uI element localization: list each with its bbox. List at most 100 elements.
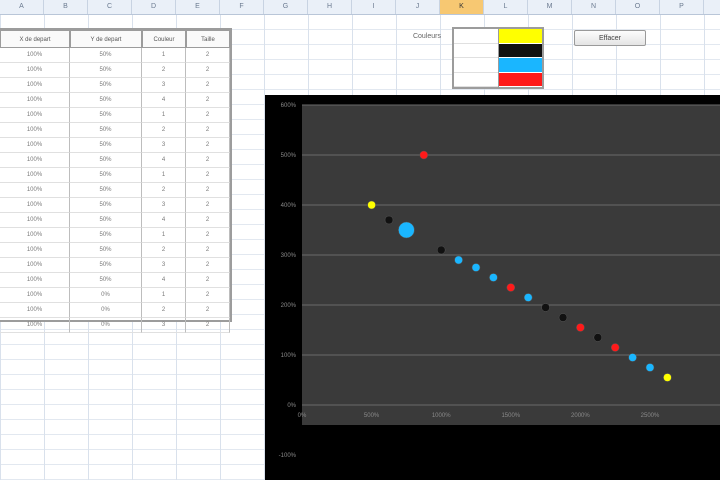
table-cell[interactable]: 3 — [142, 258, 186, 273]
data-point[interactable] — [384, 215, 394, 225]
table-cell[interactable]: 100% — [0, 123, 70, 138]
column-letter-l[interactable]: L — [484, 0, 528, 14]
legend-swatch[interactable] — [499, 43, 542, 58]
table-cell[interactable]: 2 — [186, 183, 230, 198]
data-point[interactable] — [523, 293, 533, 302]
column-letter-c[interactable]: C — [88, 0, 132, 14]
clear-button[interactable]: Effacer — [574, 30, 646, 46]
table-cell[interactable]: 100% — [0, 213, 70, 228]
table-cell[interactable]: 3 — [142, 78, 186, 93]
table-cell[interactable]: 100% — [0, 168, 70, 183]
legend-index-cell[interactable] — [454, 44, 498, 58]
table-cell[interactable]: 50% — [70, 63, 142, 78]
table-cell[interactable]: 100% — [0, 288, 70, 303]
table-cell[interactable]: 50% — [70, 168, 142, 183]
table-cell[interactable]: 2 — [186, 258, 230, 273]
table-cell[interactable]: 0% — [70, 288, 142, 303]
column-letter-j[interactable]: J — [396, 0, 440, 14]
table-cell[interactable]: 100% — [0, 318, 70, 333]
column-letter-p[interactable]: P — [660, 0, 704, 14]
data-point[interactable] — [506, 283, 516, 292]
table-cell[interactable]: 2 — [142, 303, 186, 318]
data-point[interactable] — [610, 343, 620, 352]
table-cell[interactable]: 100% — [0, 258, 70, 273]
table-cell[interactable]: 100% — [0, 108, 70, 123]
table-cell[interactable]: 2 — [186, 228, 230, 243]
data-point[interactable] — [436, 245, 446, 255]
table-cell[interactable]: 100% — [0, 273, 70, 288]
column-letter-m[interactable]: M — [528, 0, 572, 14]
data-point[interactable] — [576, 323, 585, 332]
table-cell[interactable]: 1 — [142, 228, 186, 243]
column-letter-h[interactable]: H — [308, 0, 352, 14]
table-cell[interactable]: 4 — [142, 213, 186, 228]
table-cell[interactable]: 100% — [0, 78, 70, 93]
data-point[interactable] — [541, 303, 550, 312]
header-y-start[interactable]: Y de depart — [70, 30, 142, 48]
table-cell[interactable]: 50% — [70, 243, 142, 258]
table-cell[interactable]: 2 — [186, 168, 230, 183]
table-cell[interactable]: 2 — [186, 198, 230, 213]
table-cell[interactable]: 50% — [70, 138, 142, 153]
column-letter-d[interactable]: D — [132, 0, 176, 14]
table-cell[interactable]: 0% — [70, 303, 142, 318]
data-point[interactable] — [489, 273, 498, 282]
data-point[interactable] — [367, 200, 376, 210]
column-letter-k[interactable]: K — [440, 0, 484, 14]
data-point[interactable] — [645, 363, 655, 372]
table-cell[interactable]: 100% — [0, 303, 70, 318]
table-cell[interactable]: 4 — [142, 153, 186, 168]
table-cell[interactable]: 2 — [142, 63, 186, 78]
table-cell[interactable]: 2 — [186, 288, 230, 303]
table-cell[interactable]: 2 — [186, 48, 230, 63]
table-cell[interactable]: 2 — [186, 93, 230, 108]
table-cell[interactable]: 100% — [0, 138, 70, 153]
column-letter-n[interactable]: N — [572, 0, 616, 14]
table-cell[interactable]: 100% — [0, 93, 70, 108]
table-cell[interactable]: 50% — [70, 198, 142, 213]
legend-swatch[interactable] — [499, 58, 542, 73]
table-cell[interactable]: 50% — [70, 108, 142, 123]
data-point[interactable] — [471, 263, 481, 272]
table-cell[interactable]: 50% — [70, 183, 142, 198]
table-cell[interactable]: 100% — [0, 48, 70, 63]
table-cell[interactable]: 1 — [142, 288, 186, 303]
data-point[interactable] — [558, 313, 568, 322]
table-cell[interactable]: 1 — [142, 168, 186, 183]
table-cell[interactable]: 2 — [186, 63, 230, 78]
legend-index-cell[interactable] — [454, 73, 498, 87]
column-letter-a[interactable]: A — [0, 0, 44, 14]
table-cell[interactable]: 3 — [142, 138, 186, 153]
table-cell[interactable]: 2 — [186, 243, 230, 258]
table-cell[interactable]: 50% — [70, 258, 142, 273]
column-letter-e[interactable]: E — [176, 0, 220, 14]
table-cell[interactable]: 50% — [70, 228, 142, 243]
data-point[interactable] — [593, 333, 603, 342]
table-cell[interactable]: 2 — [186, 303, 230, 318]
table-cell[interactable]: 2 — [186, 108, 230, 123]
table-cell[interactable]: 50% — [70, 153, 142, 168]
data-point[interactable] — [628, 353, 637, 362]
column-letter-g[interactable]: G — [264, 0, 308, 14]
table-cell[interactable]: 50% — [70, 78, 142, 93]
table-cell[interactable]: 1 — [142, 48, 186, 63]
table-cell[interactable]: 100% — [0, 228, 70, 243]
table-cell[interactable]: 1 — [142, 108, 186, 123]
table-cell[interactable]: 2 — [186, 273, 230, 288]
table-cell[interactable]: 0% — [70, 318, 142, 333]
data-point[interactable] — [419, 150, 429, 160]
table-cell[interactable]: 4 — [142, 273, 186, 288]
table-cell[interactable]: 2 — [186, 138, 230, 153]
table-cell[interactable]: 2 — [142, 123, 186, 138]
table-cell[interactable]: 50% — [70, 213, 142, 228]
table-cell[interactable]: 100% — [0, 63, 70, 78]
column-letter-o[interactable]: O — [616, 0, 660, 14]
table-cell[interactable]: 2 — [142, 183, 186, 198]
legend-index-cell[interactable] — [454, 29, 498, 44]
header-x-start[interactable]: X de depart — [0, 30, 70, 48]
table-cell[interactable]: 2 — [142, 243, 186, 258]
table-cell[interactable]: 2 — [186, 123, 230, 138]
table-cell[interactable]: 50% — [70, 123, 142, 138]
header-size[interactable]: Taille — [186, 30, 230, 48]
table-cell[interactable]: 50% — [70, 93, 142, 108]
